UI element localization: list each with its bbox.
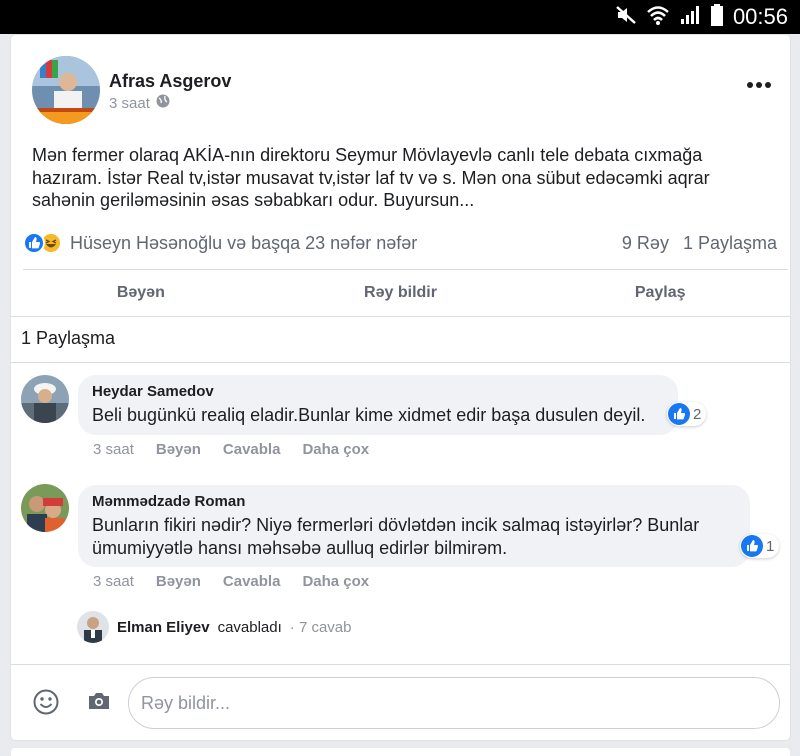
shares-line[interactable]: 1 Paylaşma — [21, 328, 115, 349]
divider — [11, 316, 790, 317]
author-name[interactable]: Afras Asgerov — [109, 71, 231, 92]
comment-reaction[interactable]: 1 — [740, 534, 780, 558]
reply-author: Elman Eliyev — [117, 618, 210, 636]
status-icons: 00:56 — [615, 3, 788, 31]
comment-more-button[interactable]: Daha çox — [302, 441, 369, 458]
comment-button[interactable]: Rəy bildir — [271, 271, 531, 315]
post-actions: Bəyən Rəy bildir Paylaş — [11, 271, 790, 315]
engagement-counts: 9 Rəy 1 Paylaşma — [622, 233, 777, 254]
commenter-name[interactable]: Heydar Samedov — [92, 382, 664, 402]
reply-count: · 7 cavab — [289, 618, 352, 636]
comment-reply-button[interactable]: Cavabla — [223, 441, 281, 458]
comment-actions: 3 saat Bəyən Cavabla Daha çox — [93, 441, 369, 458]
like-reaction-icon — [23, 232, 45, 254]
emoji-icon[interactable] — [33, 689, 59, 715]
shares-count[interactable]: 1 Paylaşma — [683, 233, 777, 254]
comment-reply-button[interactable]: Cavabla — [223, 573, 281, 590]
commenter-avatar[interactable] — [21, 484, 69, 532]
reaction-count: 2 — [693, 405, 702, 423]
comment-input[interactable] — [128, 677, 780, 729]
reaction-names: Hüseyn Həsənoğlu və başqa 23 nəfər nəfər — [70, 232, 418, 253]
mute-icon — [615, 5, 637, 30]
comment-bubble: Heydar Samedov Beli bugünkü realiq eladi… — [78, 375, 678, 435]
comment-composer — [11, 665, 790, 740]
battery-icon — [710, 3, 723, 31]
comment-time[interactable]: 3 saat — [93, 573, 134, 590]
signal-icon — [679, 5, 701, 30]
like-button[interactable]: Bəyən — [11, 271, 271, 315]
divider — [23, 269, 788, 270]
reactions-summary[interactable]: Hüseyn Həsənoğlu və başqa 23 nəfər nəfər — [23, 232, 417, 254]
comments-count[interactable]: 9 Rəy — [622, 233, 669, 254]
commenter-avatar[interactable] — [21, 375, 69, 423]
reaction-count: 1 — [766, 537, 775, 555]
comment-bubble: Məmmədzadə Roman Bunların fikiri nədir? … — [78, 485, 750, 567]
comment-like-button[interactable]: Bəyən — [156, 441, 201, 458]
divider — [11, 362, 790, 363]
share-button[interactable]: Paylaş — [530, 271, 790, 315]
author-avatar[interactable] — [32, 56, 100, 124]
comment-reaction[interactable]: 2 — [667, 402, 707, 426]
status-time: 00:56 — [732, 4, 788, 29]
comment-text: Bunların fikiri nədir? Niyə fermerləri d… — [92, 515, 700, 558]
globe-icon — [156, 94, 170, 112]
wifi-icon — [647, 4, 669, 31]
reply-verb: cavabladı — [217, 618, 282, 636]
post-card: Afras Asgerov 3 saat Mən fermer olaraq A… — [11, 35, 790, 740]
post-text: Mən fermer olaraq AKİA-nın direktoru Sey… — [32, 145, 710, 210]
post-time[interactable]: 3 saat — [109, 95, 150, 112]
like-reaction-icon — [741, 535, 763, 557]
like-reaction-icon — [668, 403, 690, 425]
commenter-name[interactable]: Məmmədzadə Roman — [92, 492, 736, 512]
reply-avatar — [77, 611, 109, 643]
camera-icon[interactable] — [87, 691, 111, 711]
comment-text: Beli bugünkü realiq eladir.Bunlar kime x… — [92, 405, 646, 425]
comment-actions: 3 saat Bəyən Cavabla Daha çox — [93, 573, 369, 590]
next-post-card — [11, 748, 790, 756]
comment-more-button[interactable]: Daha çox — [302, 573, 369, 590]
reply-summary[interactable]: Elman Eliyev cavabladı · 7 cavab — [77, 611, 351, 643]
comment-like-button[interactable]: Bəyən — [156, 573, 201, 590]
comment-time[interactable]: 3 saat — [93, 441, 134, 458]
post-meta: 3 saat — [109, 94, 170, 112]
status-bar: 00:56 — [0, 0, 800, 34]
more-options-icon[interactable] — [746, 75, 772, 95]
